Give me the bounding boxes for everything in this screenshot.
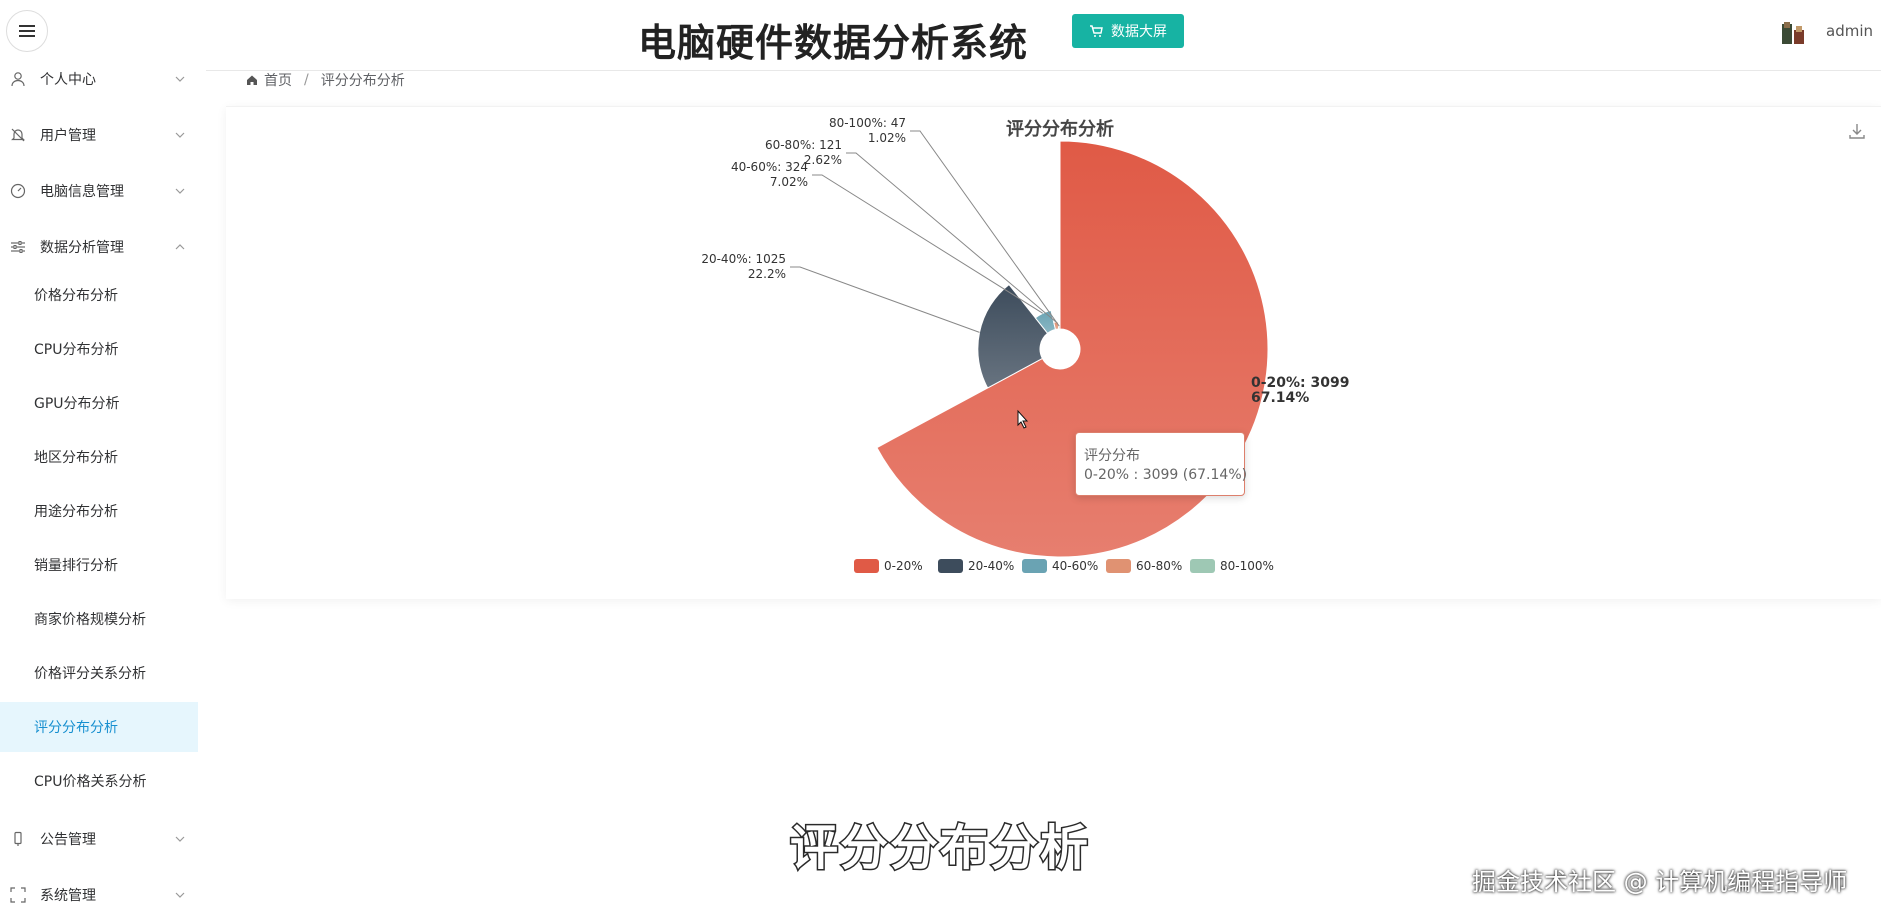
sidebar: 个人中心 用户管理 电脑信息管理 数据分析管理 价格分布分析 CPU分布分析 G…: [0, 54, 206, 916]
sidebar-subitem-price-rating-relation[interactable]: 价格评分关系分析: [0, 648, 198, 698]
cart-icon: [1090, 25, 1103, 37]
home-icon: [247, 75, 257, 85]
breadcrumb: 首页 / 评分分布分析: [246, 70, 405, 90]
top-header: 电脑硬件数据分析系统 数据大屏 admin: [0, 0, 1881, 71]
sidebar-subitem-label: 用途分布分析: [34, 504, 118, 520]
legend-swatch-60-80[interactable]: [1106, 559, 1131, 573]
dashboard-icon: [10, 183, 26, 199]
chevron-up-icon: [175, 244, 185, 250]
data-label-20-40: 20-40%: 1025: [701, 252, 786, 266]
hamburger-icon: [19, 25, 35, 37]
data-label-60-80: 60-80%: 121: [765, 138, 842, 152]
breadcrumb-current: 评分分布分析: [320, 73, 405, 89]
sidebar-item-data-analysis[interactable]: 数据分析管理: [0, 222, 200, 272]
sidebar-item-label: 公告管理: [40, 832, 96, 848]
sidebar-subitem-label: 价格评分关系分析: [34, 666, 146, 682]
legend-label-80-100[interactable]: 80-100%: [1220, 559, 1274, 573]
sidebar-subitem-sales-ranking[interactable]: 销量排行分析: [0, 540, 198, 590]
data-screen-button[interactable]: 数据大屏: [1072, 14, 1184, 48]
legend-label-0-20[interactable]: 0-20%: [884, 559, 923, 573]
phone-icon: [10, 831, 26, 847]
sidebar-subitem-price-distribution[interactable]: 价格分布分析: [0, 270, 198, 320]
chevron-down-icon: [175, 836, 185, 842]
fullscreen-icon: [10, 887, 26, 903]
legend-swatch-40-60[interactable]: [1022, 559, 1047, 573]
percent-label-40-60: 7.02%: [770, 175, 808, 189]
label-line-80-100: [910, 130, 1060, 327]
data-screen-label: 数据大屏: [1111, 24, 1167, 40]
sidebar-subitem-label: 商家价格规模分析: [34, 612, 146, 628]
chart-tooltip: 评分分布 0-20% : 3099 (67.14%): [1075, 432, 1248, 496]
menu-toggle-button[interactable]: [6, 10, 48, 52]
sidebar-subitem-label: 地区分布分析: [34, 450, 118, 466]
app-title: 电脑硬件数据分析系统: [638, 21, 1029, 65]
sidebar-subitem-label: 销量排行分析: [34, 558, 118, 574]
sidebar-item-computer-info[interactable]: 电脑信息管理: [0, 166, 200, 216]
chevron-down-icon: [175, 188, 185, 194]
percent-label-80-100: 1.02%: [868, 131, 906, 145]
sidebar-item-label: 系统管理: [40, 888, 96, 904]
legend-swatch-20-40[interactable]: [938, 559, 963, 573]
sidebar-subitem-usage-distribution[interactable]: 用途分布分析: [0, 486, 198, 536]
video-caption: 评分分布分析: [788, 819, 1091, 878]
chart-title: 评分分布分析: [1006, 118, 1114, 140]
sidebar-item-users[interactable]: 用户管理: [0, 110, 200, 160]
pie-slice-80-100[interactable]: [1058, 325, 1061, 330]
download-icon[interactable]: [1847, 121, 1867, 141]
sidebar-item-label: 数据分析管理: [40, 240, 124, 256]
sidebar-subitem-label: 价格分布分析: [34, 288, 118, 304]
percent-label-20-40: 22.2%: [748, 267, 786, 281]
tooltip-value: 0-20% : 3099 (67.14%): [1084, 467, 1248, 483]
data-label-0-20: 0-20%: 3099: [1251, 375, 1350, 391]
sidebar-subitem-label: GPU分布分析: [34, 396, 120, 412]
sidebar-subitem-label: CPU分布分析: [34, 342, 119, 358]
sidebar-item-label: 个人中心: [40, 72, 96, 88]
chart-card: 评分分布分析 0-20%: 3099 67.14% 20-40%: 1025 22.2%…: [226, 106, 1881, 599]
percent-label-60-80: 2.62%: [804, 153, 842, 167]
sidebar-item-label: 电脑信息管理: [40, 184, 124, 200]
data-label-40-60: 40-60%: 324: [731, 160, 808, 174]
legend-label-60-80[interactable]: 60-80%: [1136, 559, 1182, 573]
sidebar-item-profile[interactable]: 个人中心: [0, 54, 200, 104]
sidebar-subitem-merchant-price-scale[interactable]: 商家价格规模分析: [0, 594, 198, 644]
legend-label-40-60[interactable]: 40-60%: [1052, 559, 1098, 573]
watermark: 掘金技术社区 @ 计算机编程指导师: [1472, 868, 1848, 896]
sidebar-subitem-rating-distribution[interactable]: 评分分布分析: [0, 702, 198, 752]
sidebar-item-system[interactable]: 系统管理: [0, 870, 200, 920]
avatar[interactable]: [1780, 20, 1808, 48]
label-line-60-80: [846, 152, 1057, 323]
data-label-80-100: 80-100%: 47: [829, 116, 906, 130]
sidebar-subitem-label: CPU价格关系分析: [34, 774, 147, 790]
label-line-20-40: [790, 266, 980, 333]
chevron-down-icon: [175, 76, 185, 82]
legend-label-20-40[interactable]: 20-40%: [968, 559, 1014, 573]
sidebar-subitem-cpu-distribution[interactable]: CPU分布分析: [0, 324, 198, 374]
user-icon: [10, 71, 26, 87]
percent-label-0-20: 67.14%: [1251, 390, 1309, 406]
bell-icon: [10, 127, 26, 143]
chevron-down-icon: [175, 132, 185, 138]
legend-swatch-0-20[interactable]: [854, 559, 879, 573]
sidebar-item-announcements[interactable]: 公告管理: [0, 814, 200, 864]
sidebar-item-label: 用户管理: [40, 128, 96, 144]
breadcrumb-home[interactable]: 首页: [264, 70, 292, 90]
breadcrumb-separator: /: [304, 72, 309, 88]
sliders-icon: [10, 239, 26, 255]
sidebar-subitem-region-distribution[interactable]: 地区分布分析: [0, 432, 198, 482]
sidebar-subitem-gpu-distribution[interactable]: GPU分布分析: [0, 378, 198, 428]
username[interactable]: admin: [1826, 22, 1873, 40]
sidebar-subitem-cpu-price-relation[interactable]: CPU价格关系分析: [0, 756, 198, 806]
chevron-down-icon: [175, 892, 185, 898]
sidebar-subitem-label: 评分分布分析: [34, 720, 118, 736]
legend-swatch-80-100[interactable]: [1190, 559, 1215, 573]
tooltip-title: 评分分布: [1084, 448, 1140, 464]
rating-rose-chart: 评分分布分析 0-20%: 309967.14% 20-40%: 102522.2%…: [701, 116, 1350, 573]
